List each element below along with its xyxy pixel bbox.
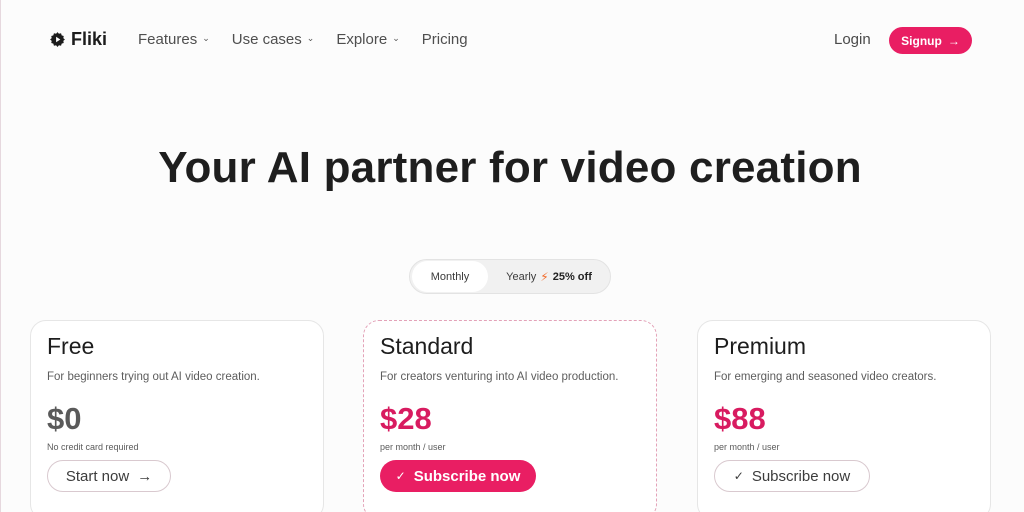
plan-card-free: Free For beginners trying out AI video c… bbox=[30, 320, 324, 512]
chevron-down-icon: ⌄ bbox=[392, 33, 400, 43]
gear-play-icon bbox=[50, 32, 65, 47]
bolt-icon: ⚡ bbox=[540, 269, 549, 284]
check-icon: ✓ bbox=[395, 469, 406, 483]
subscribe-standard-button[interactable]: ✓ Subscribe now bbox=[380, 460, 536, 492]
plan-description: For emerging and seasoned video creators… bbox=[714, 371, 937, 383]
signup-button[interactable]: Signup → bbox=[889, 27, 972, 54]
plan-note: No credit card required bbox=[47, 442, 139, 452]
arrow-right-icon: → bbox=[137, 467, 153, 485]
nav-links: Features ⌄ Use cases ⌄ Explore ⌄ Pricing bbox=[138, 31, 468, 48]
nav-explore-label: Explore bbox=[336, 31, 388, 48]
plan-price: $88 bbox=[714, 401, 766, 436]
nav-features-label: Features bbox=[138, 31, 198, 48]
chevron-down-icon: ⌄ bbox=[306, 33, 315, 43]
plan-price: $28 bbox=[380, 401, 432, 436]
chevron-down-icon: ⌄ bbox=[202, 33, 210, 43]
plan-name: Standard bbox=[380, 333, 474, 359]
plan-description: For beginners trying out AI video creati… bbox=[47, 371, 260, 383]
nav-pricing-label: Pricing bbox=[421, 31, 468, 48]
button-label: Subscribe now bbox=[413, 467, 521, 485]
arrow-right-icon: → bbox=[947, 33, 960, 48]
plan-price: $0 bbox=[47, 401, 82, 436]
plan-description: For creators venturing into AI video pro… bbox=[380, 371, 619, 383]
toggle-monthly-label: Monthly bbox=[430, 270, 470, 283]
button-label: Subscribe now bbox=[751, 467, 851, 485]
toggle-yearly[interactable]: Yearly ⚡ 25% off bbox=[488, 261, 610, 292]
plan-note: per month / user bbox=[380, 442, 446, 452]
subscribe-premium-button[interactable]: ✓ Subscribe now bbox=[714, 460, 870, 492]
nav-features[interactable]: Features ⌄ bbox=[138, 31, 210, 48]
login-link[interactable]: Login bbox=[834, 31, 871, 48]
billing-period-toggle: Monthly Yearly ⚡ 25% off bbox=[409, 259, 611, 294]
check-icon: ✓ bbox=[733, 469, 744, 483]
top-nav: Fliki Features ⌄ Use cases ⌄ Explore ⌄ P… bbox=[1, 0, 1024, 80]
toggle-yearly-label: Yearly bbox=[506, 270, 537, 283]
plan-name: Free bbox=[47, 333, 95, 359]
nav-pricing[interactable]: Pricing bbox=[422, 31, 468, 48]
button-label: Start now bbox=[65, 467, 130, 485]
nav-explore[interactable]: Explore ⌄ bbox=[336, 31, 399, 48]
plan-card-premium: Premium For emerging and seasoned video … bbox=[697, 320, 991, 512]
plan-note: per month / user bbox=[714, 442, 780, 452]
nav-use-cases-label: Use cases bbox=[231, 31, 302, 48]
plan-name: Premium bbox=[714, 333, 807, 359]
discount-badge: 25% off bbox=[552, 270, 592, 283]
signup-label: Signup bbox=[901, 33, 942, 48]
hero-title: Your AI partner for video creation bbox=[158, 143, 862, 192]
brand-name: Fliki bbox=[71, 29, 108, 49]
start-now-button[interactable]: Start now → bbox=[47, 460, 171, 492]
toggle-monthly[interactable]: Monthly bbox=[412, 261, 488, 292]
nav-use-cases[interactable]: Use cases ⌄ bbox=[232, 31, 315, 48]
brand-logo[interactable]: Fliki bbox=[49, 29, 107, 50]
plan-card-standard: Standard For creators venturing into AI … bbox=[363, 320, 657, 512]
